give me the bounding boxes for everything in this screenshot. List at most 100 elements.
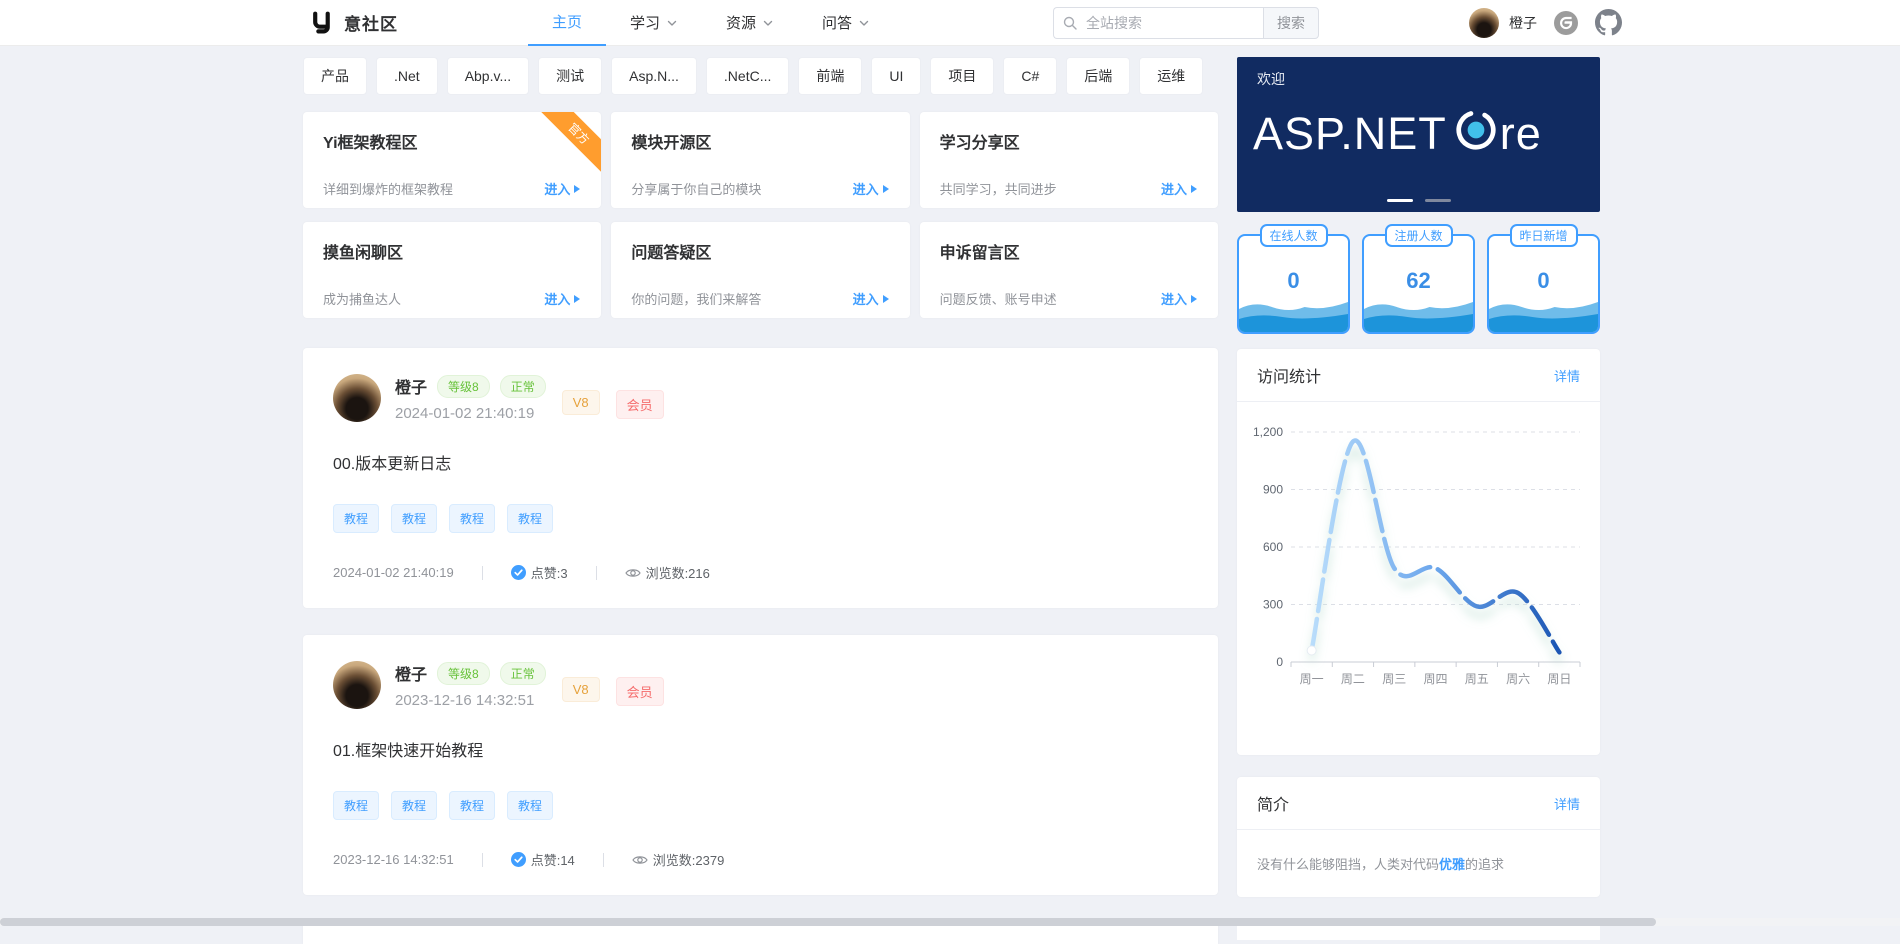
post-tag[interactable]: 教程 [391,791,437,820]
nav-item[interactable]: 问答 [798,0,894,46]
post-title[interactable]: 01.框架快速开始教程 [333,737,1188,761]
main-nav: 主页 学习 资源 问答 [528,0,894,46]
stat-value: 0 [1239,268,1348,294]
github-icon[interactable] [1595,9,1622,36]
intro-text: 没有什么能够阻挡，人类对代码优雅的追求 [1237,830,1600,897]
category-desc: 成为捕鱼达人 [323,289,401,308]
tag-filter-button[interactable]: Asp.N... [611,57,697,95]
chevron-down-icon [858,17,870,29]
visit-stats-title: 访问统计 [1257,363,1321,387]
post-date: 2023-12-16 14:32:51 [395,692,546,709]
enter-link[interactable]: 进入 [1161,179,1198,198]
enter-link[interactable]: 进入 [853,289,890,308]
intro-highlight[interactable]: 优雅 [1439,857,1465,872]
tag-filter-button[interactable]: 产品 [303,57,367,95]
horizontal-scrollbar-thumb[interactable] [0,918,1656,926]
status-badge: 正常 [500,375,546,398]
horizontal-scrollbar [0,918,1900,926]
svg-text:周四: 周四 [1423,672,1447,686]
brand[interactable]: 意社区 [310,10,398,35]
caret-right-icon [1190,184,1198,194]
eye-icon [632,854,648,866]
post-author[interactable]: 橙子 [395,374,427,398]
post-tag[interactable]: 教程 [449,791,495,820]
enter-link[interactable]: 进入 [544,289,581,308]
post-tag[interactable]: 教程 [449,504,495,533]
category-card[interactable]: 官方 Yi框架教程区 详细到爆炸的框架教程 进入 [303,112,601,208]
vip-badge: V8 [562,390,600,415]
post-list: 橙子 等级8 正常 2024-01-02 21:40:19 V8 会员 00.版… [303,348,1218,895]
category-title: Yi框架教程区 [323,129,581,153]
enter-link[interactable]: 进入 [1161,289,1198,308]
tag-filter-button[interactable]: UI [871,57,921,95]
post-tag[interactable]: 教程 [391,504,437,533]
tag-filter-button[interactable]: 运维 [1139,57,1203,95]
carousel-dot[interactable] [1425,199,1451,202]
category-title: 摸鱼闲聊区 [323,239,581,263]
nav-item[interactable]: 主页 [528,0,606,46]
category-card[interactable]: 模块开源区 分享属于你自己的模块 进入 [611,112,909,208]
post-avatar[interactable] [333,374,381,422]
visit-details-link[interactable]: 详情 [1554,366,1580,385]
tag-filter-button[interactable]: 前端 [798,57,862,95]
post-card: 橙子 等级8 正常 2024-01-02 21:40:19 V8 会员 00.版… [303,348,1218,608]
member-badge: 会员 [616,390,664,419]
enter-link[interactable]: 进入 [853,179,890,198]
sidebar: 欢迎 ASP.NET re 在线人数 0 注 [1237,57,1600,944]
tag-filter-button[interactable]: .Net [376,57,438,95]
aspnet-core-logo: ASP.NET re [1253,103,1542,164]
category-desc: 共同学习，共同进步 [940,179,1057,198]
page-content: 产品.NetAbp.v...测试Asp.N....NetC...前端UI项目C#… [303,46,1600,944]
wave-decoration [1489,296,1598,332]
post-title[interactable]: 00.版本更新日志 [333,450,1188,474]
stat-card: 昨日新增 0 [1487,234,1600,334]
post-author[interactable]: 橙子 [395,661,427,685]
tag-filter-button[interactable]: Abp.v... [447,57,529,95]
tag-filter-button[interactable]: 项目 [930,57,994,95]
carousel-dot-active[interactable] [1387,199,1413,202]
svg-text:900: 900 [1263,483,1283,497]
stat-label: 昨日新增 [1509,224,1577,247]
avatar[interactable] [1469,8,1499,38]
level-badge: 等级8 [437,375,490,398]
visit-stats-card: 访问统计 详情 03006009001,200周一周二周三周四周五周六周日 [1237,349,1600,755]
brand-title[interactable]: 意社区 [344,10,398,35]
search-button[interactable]: 搜索 [1263,7,1319,39]
category-desc: 你的问题，我们来解答 [631,289,761,308]
svg-text:周日: 周日 [1547,672,1571,686]
gitee-icon[interactable] [1553,10,1579,36]
chevron-down-icon [762,17,774,29]
post-avatar[interactable] [333,661,381,709]
tag-filter-button[interactable]: 后端 [1066,57,1130,95]
user-name[interactable]: 橙子 [1509,13,1537,33]
user-area: 橙子 [1469,8,1622,38]
status-badge: 正常 [500,662,546,685]
enter-link[interactable]: 进入 [544,179,581,198]
yi-logo-icon [310,10,335,35]
category-card[interactable]: 申诉留言区 问题反馈、账号申述 进入 [920,222,1218,318]
stat-label: 注册人数 [1384,224,1452,247]
nav-item[interactable]: 学习 [606,0,702,46]
tag-filter-button[interactable]: 测试 [538,57,602,95]
nav-item[interactable]: 资源 [702,0,798,46]
category-title: 申诉留言区 [940,239,1198,263]
post-tag[interactable]: 教程 [507,504,553,533]
welcome-banner[interactable]: 欢迎 ASP.NET re [1237,57,1600,212]
category-card[interactable]: 问题答疑区 你的问题，我们来解答 进入 [611,222,909,318]
check-circle-icon [511,565,526,580]
intro-title: 简介 [1257,791,1289,815]
check-circle-icon [511,852,526,867]
post-tag[interactable]: 教程 [333,504,379,533]
category-card[interactable]: 摸鱼闲聊区 成为捕鱼达人 进入 [303,222,601,318]
wave-decoration [1364,296,1473,332]
tag-filter-button[interactable]: .NetC... [706,57,789,95]
search-input[interactable] [1053,7,1263,39]
tag-filter-button[interactable]: C# [1003,57,1057,95]
post-tag[interactable]: 教程 [507,791,553,820]
tag-bar: 产品.NetAbp.v...测试Asp.N....NetC...前端UI项目C#… [303,57,1218,95]
caret-right-icon [882,294,890,304]
post-tag[interactable]: 教程 [333,791,379,820]
caret-right-icon [1190,294,1198,304]
intro-details-link[interactable]: 详情 [1554,794,1580,813]
category-card[interactable]: 学习分享区 共同学习，共同进步 进入 [920,112,1218,208]
